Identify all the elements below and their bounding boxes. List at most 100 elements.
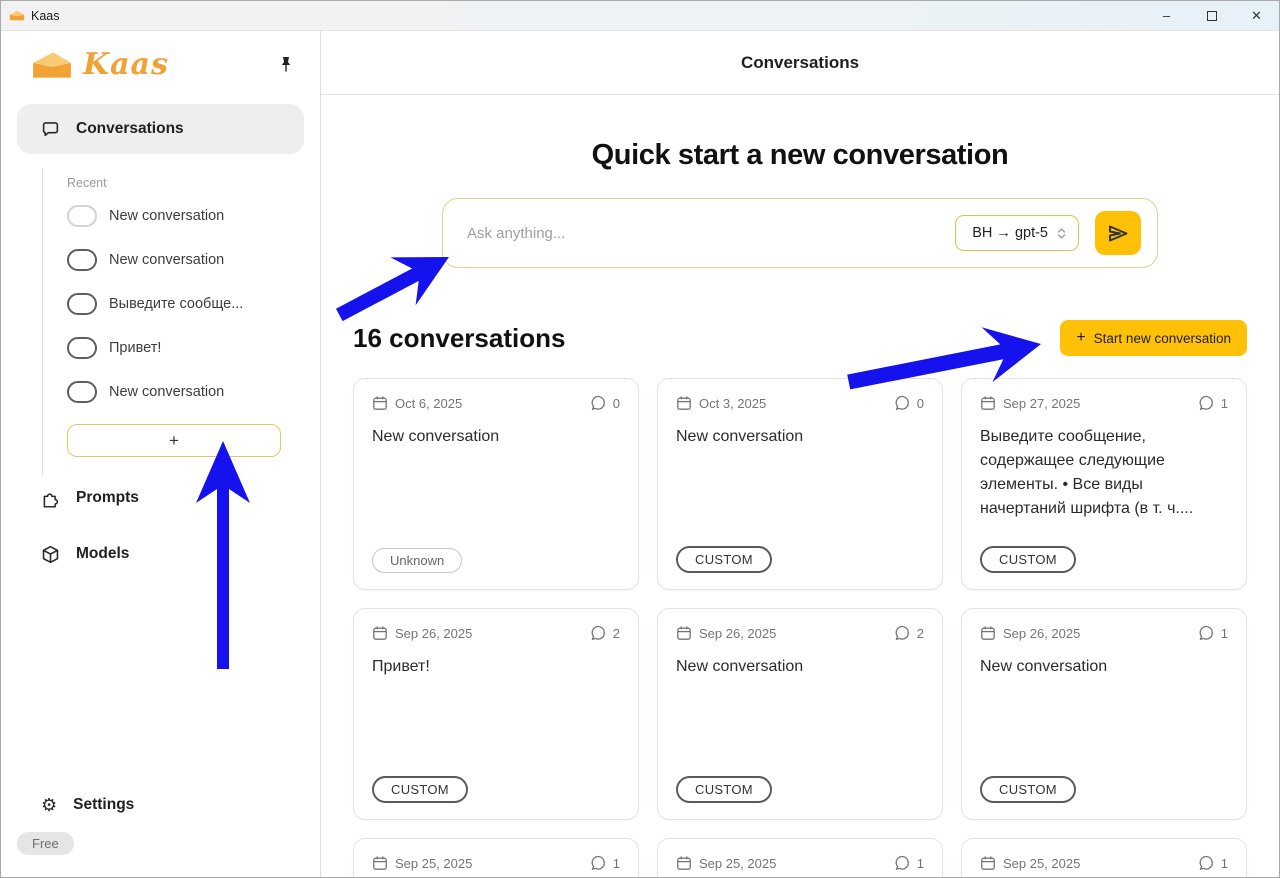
recent-conversation-item[interactable]: New conversation (67, 370, 304, 414)
recent-conversation-item[interactable]: New conversation (67, 194, 304, 238)
conversation-card[interactable]: Sep 26, 2025 2 New conversation (657, 608, 943, 820)
page-title: Conversations (741, 53, 859, 73)
send-button[interactable] (1095, 211, 1141, 255)
card-title: New conversation (676, 425, 924, 546)
recent-section: Recent New conversation New conversation… (42, 168, 320, 475)
sidebar-item-conversations[interactable]: Conversations (17, 104, 304, 154)
conversation-card[interactable]: Sep 25, 2025 1 (961, 838, 1247, 877)
card-date: Sep 27, 2025 (1003, 396, 1080, 411)
plus-icon: + (169, 431, 179, 451)
card-date: Sep 25, 2025 (1003, 856, 1080, 871)
card-tag: Unknown (372, 548, 462, 573)
calendar-icon (980, 395, 996, 411)
calendar-icon (980, 625, 996, 641)
minimize-button[interactable]: – (1144, 1, 1189, 30)
recent-label: Recent (67, 176, 304, 190)
card-message-count: 0 (917, 396, 924, 411)
message-count-icon (894, 395, 910, 411)
card-message-count: 1 (1221, 626, 1228, 641)
message-count-icon (1198, 395, 1214, 411)
app-cheese-icon (9, 9, 25, 22)
card-message-count: 1 (1221, 396, 1228, 411)
plan-badge: Free (17, 832, 74, 855)
card-title: New conversation (676, 655, 924, 776)
calendar-icon (980, 855, 996, 871)
conversation-card[interactable]: Oct 6, 2025 0 New conversation (353, 378, 639, 590)
recent-item-label: Привет! (109, 340, 161, 356)
quick-ask-input[interactable]: Ask anything... BH → gpt-5 (442, 198, 1158, 268)
message-count-icon (1198, 855, 1214, 871)
conversation-card[interactable]: Sep 26, 2025 1 New conversation (961, 608, 1247, 820)
conversation-card[interactable]: Sep 27, 2025 1 Выведите сообщение, содер… (961, 378, 1247, 590)
card-message-count: 2 (613, 626, 620, 641)
add-conversation-button[interactable]: + (67, 424, 281, 457)
sidebar-spacer (1, 577, 320, 782)
recent-conversation-item[interactable]: New conversation (67, 238, 304, 282)
calendar-icon (676, 625, 692, 641)
main-area: Conversations Quick start a new conversa… (321, 31, 1279, 877)
card-date: Sep 26, 2025 (699, 626, 776, 641)
card-tag: CUSTOM (980, 776, 1076, 803)
pin-icon[interactable] (278, 56, 294, 73)
start-new-conversation-button[interactable]: + Start new conversation (1060, 320, 1247, 356)
logo-row: Kaas (1, 31, 320, 96)
card-message-count: 1 (613, 856, 620, 871)
conversation-pill-icon (67, 337, 97, 359)
sidebar-item-settings[interactable]: ⚙ Settings (1, 782, 320, 828)
calendar-icon (372, 855, 388, 871)
app-window: Kaas – ✕ Kaas (0, 0, 1280, 878)
message-count-icon (590, 395, 606, 411)
card-tag: CUSTOM (980, 546, 1076, 573)
card-date: Sep 25, 2025 (699, 856, 776, 871)
card-title: New conversation (372, 425, 620, 548)
card-date: Sep 26, 2025 (1003, 626, 1080, 641)
sidebar-item-label: Models (76, 545, 129, 563)
card-title: Выведите сообщение, содержащее следующие… (980, 425, 1228, 546)
sidebar-item-label: Settings (73, 796, 134, 814)
sidebar-item-prompts[interactable]: Prompts (1, 475, 320, 521)
conversation-card[interactable]: Oct 3, 2025 0 New conversation (657, 378, 943, 590)
card-date: Oct 3, 2025 (699, 396, 766, 411)
card-message-count: 1 (917, 856, 924, 871)
message-count-icon (894, 855, 910, 871)
gear-icon: ⚙ (41, 796, 57, 814)
message-count-icon (894, 625, 910, 641)
message-count-icon (590, 855, 606, 871)
sidebar-item-models[interactable]: Models (1, 531, 320, 577)
card-message-count: 0 (613, 396, 620, 411)
maximize-icon (1207, 11, 1217, 21)
card-message-count: 1 (1221, 856, 1228, 871)
recent-list: New conversation New conversation Выведи… (67, 194, 304, 414)
sidebar-item-label: Conversations (76, 120, 184, 138)
card-date: Oct 6, 2025 (395, 396, 462, 411)
message-count-icon (590, 625, 606, 641)
puzzle-icon (41, 489, 60, 508)
model-selector[interactable]: BH → gpt-5 (955, 215, 1079, 251)
conversation-card[interactable]: Sep 25, 2025 1 (657, 838, 943, 877)
card-date: Sep 26, 2025 (395, 626, 472, 641)
title-bar: Kaas – ✕ (1, 1, 1279, 31)
recent-conversation-item[interactable]: Привет! (67, 326, 304, 370)
chat-bubble-icon (41, 120, 60, 139)
card-date: Sep 25, 2025 (395, 856, 472, 871)
main-content: Quick start a new conversation Ask anyth… (321, 95, 1279, 877)
conversation-grid: Oct 6, 2025 0 New conversation (353, 378, 1247, 877)
calendar-icon (372, 395, 388, 411)
maximize-button[interactable] (1189, 1, 1234, 30)
recent-conversation-item[interactable]: Выведите сообще... (67, 282, 304, 326)
cheese-logo-icon (31, 49, 73, 81)
sidebar-item-label: Prompts (76, 489, 139, 507)
conversation-pill-icon (67, 205, 97, 227)
recent-item-label: Выведите сообще... (109, 296, 243, 312)
card-title: Привет! (372, 655, 620, 776)
card-title: New conversation (980, 655, 1228, 776)
card-tag: CUSTOM (372, 776, 468, 803)
calendar-icon (372, 625, 388, 641)
close-button[interactable]: ✕ (1234, 1, 1279, 30)
quick-start-heading: Quick start a new conversation (353, 139, 1247, 172)
plus-icon: + (1076, 329, 1085, 347)
conversation-card[interactable]: Sep 25, 2025 1 (353, 838, 639, 877)
logo-text: Kaas (83, 47, 278, 82)
conversation-card[interactable]: Sep 26, 2025 2 Привет! CUSTOM (353, 608, 639, 820)
conversation-count-heading: 16 conversations (353, 323, 565, 354)
